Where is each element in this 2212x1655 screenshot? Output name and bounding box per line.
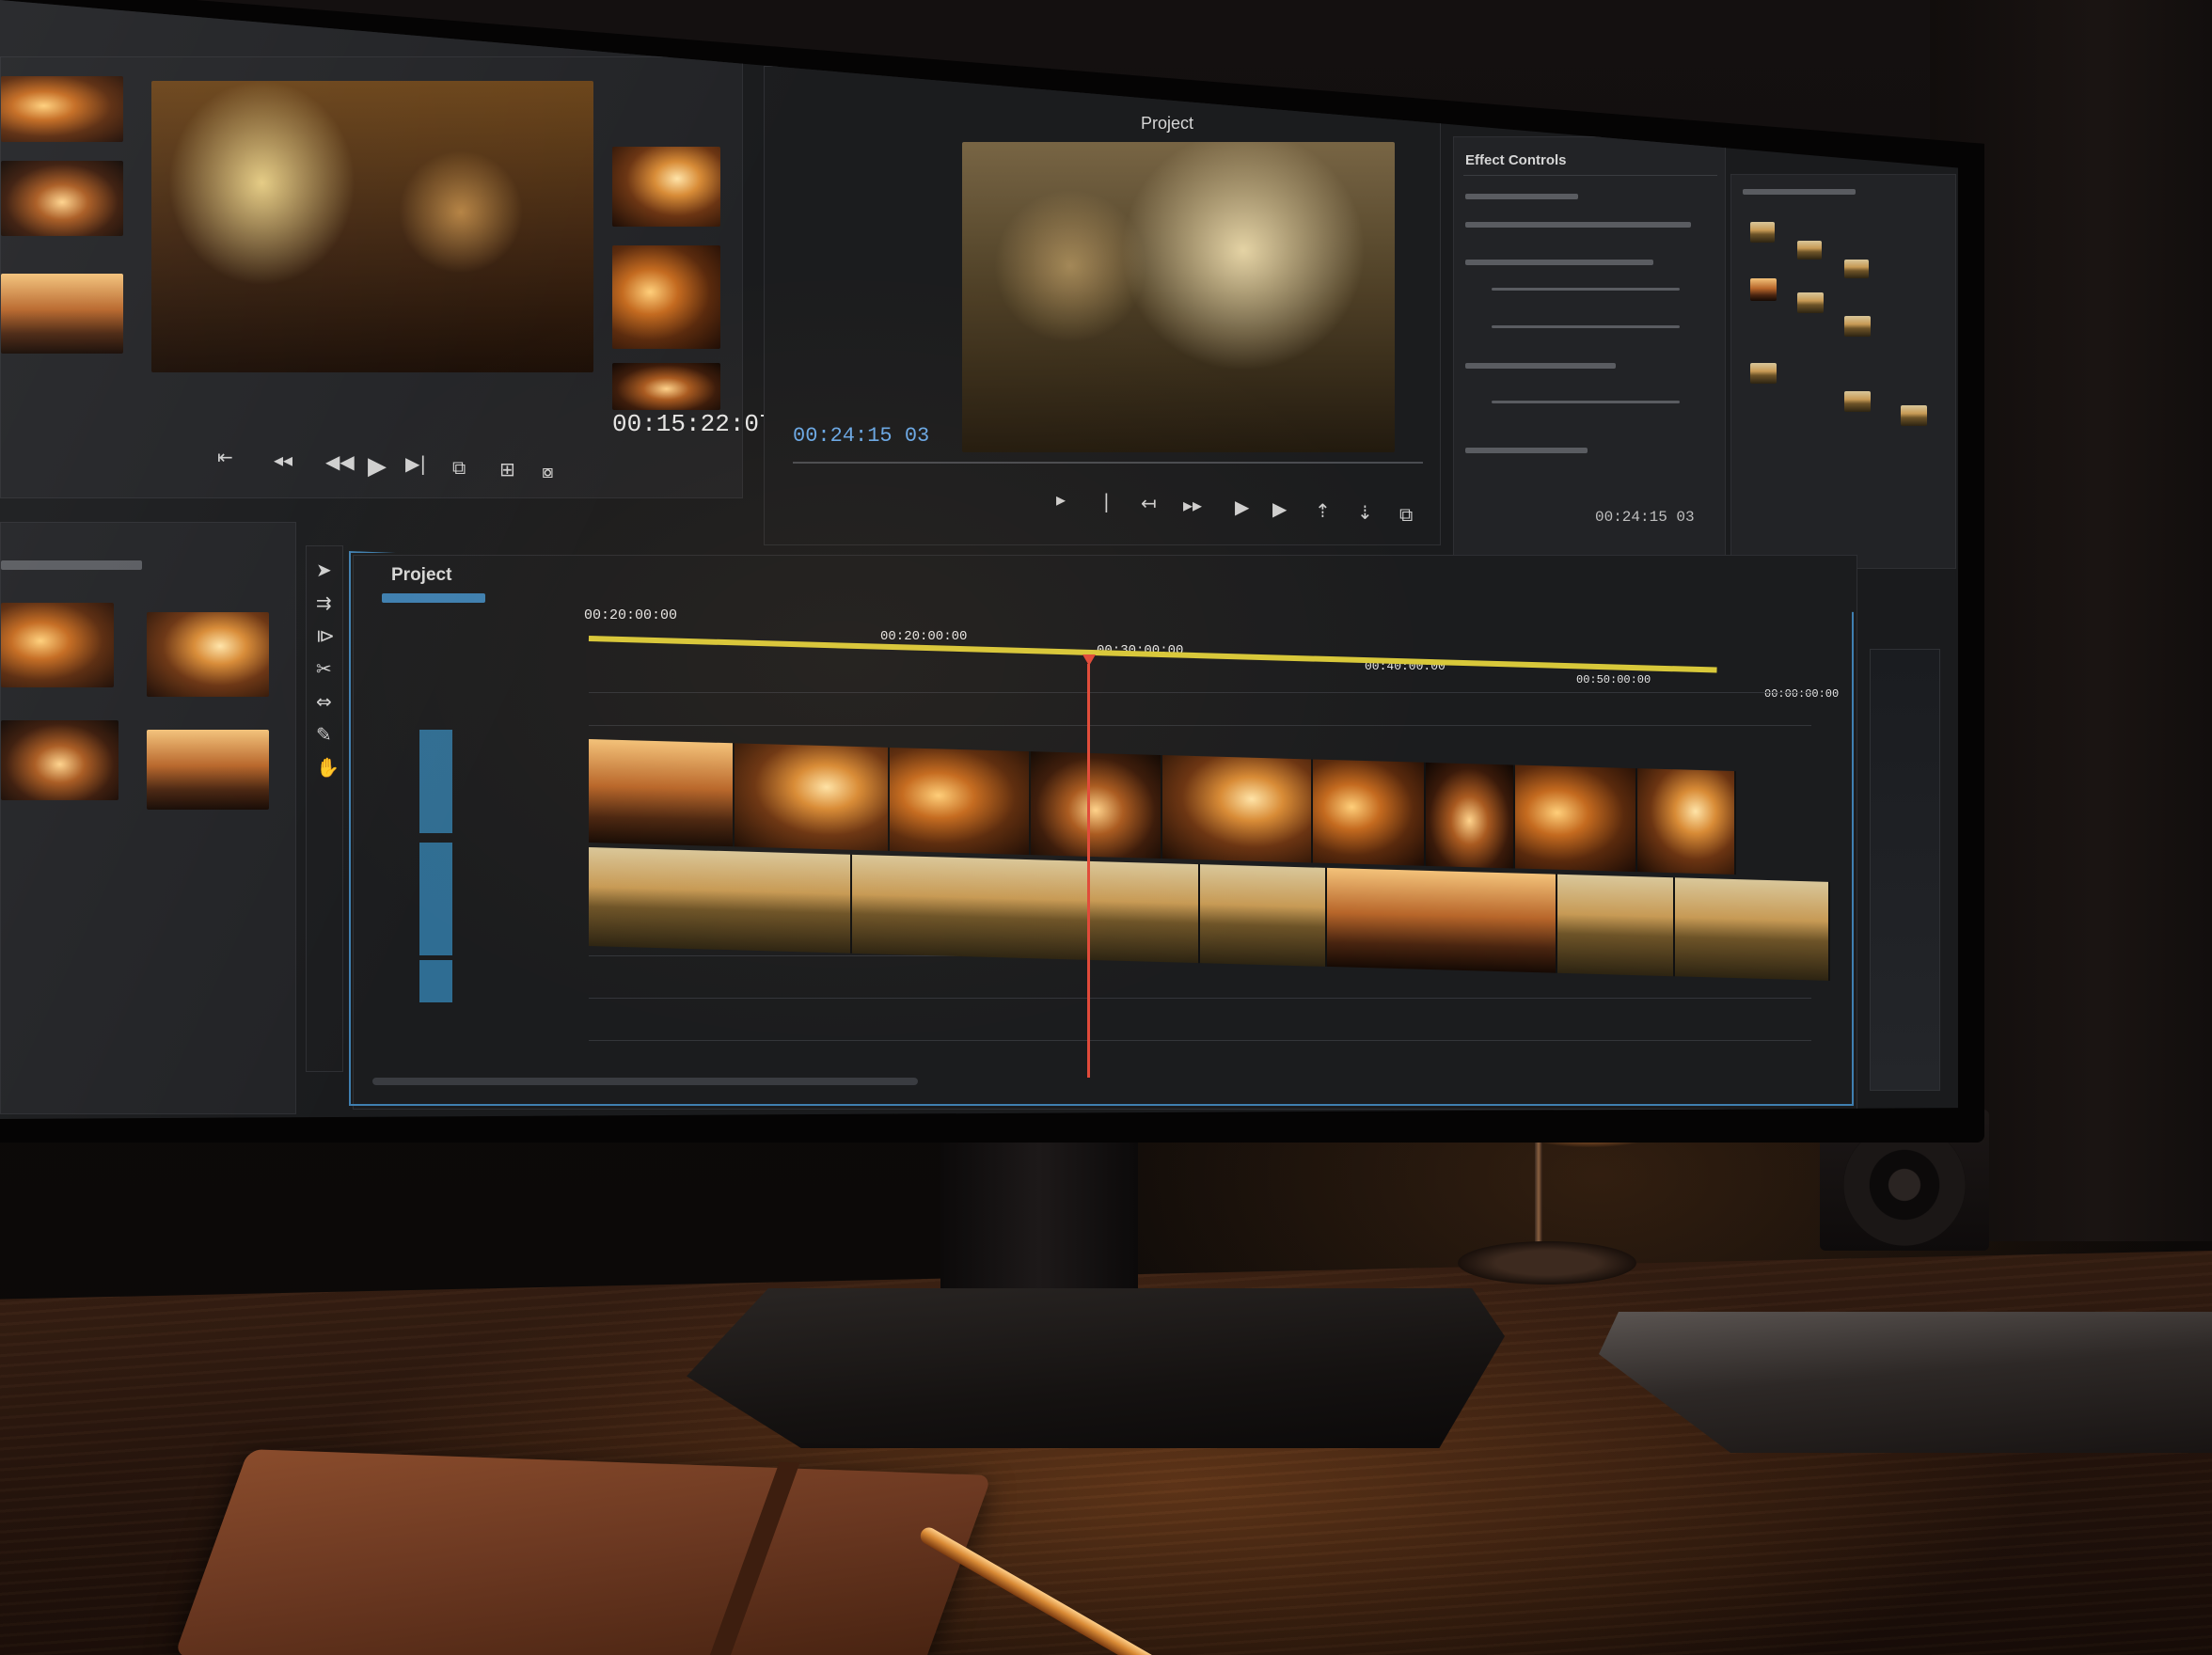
overwrite-icon[interactable]: ⊞	[499, 460, 515, 479]
program-scrub-bar[interactable]	[793, 462, 1423, 464]
selection-tool-icon[interactable]: ➤	[316, 560, 332, 579]
pen-tool-icon[interactable]: ✎	[316, 725, 332, 744]
preset-thumb-7[interactable]	[1750, 363, 1777, 384]
effect-row-2[interactable]	[1465, 222, 1691, 228]
bin-search-bar[interactable]	[1, 560, 142, 570]
insert-icon[interactable]: ⧉	[452, 458, 466, 477]
bin-thumb-1[interactable]	[1, 603, 114, 687]
track-select-tool-icon[interactable]: ⇉	[316, 593, 332, 612]
source-thumb-2[interactable]	[1, 161, 123, 236]
prog-mark-in-icon[interactable]: ▸	[1056, 490, 1066, 509]
preset-thumb-4[interactable]	[1750, 278, 1777, 301]
source-thumb-5[interactable]	[612, 245, 720, 349]
mark-in-icon[interactable]: ⇤	[217, 448, 233, 466]
prog-rewind-icon[interactable]: ▸▸	[1183, 496, 1202, 514]
effect-row-4[interactable]	[1465, 363, 1616, 369]
timeline-panel: Project 00:20:00:00 00:20:00:00 00:30:00…	[349, 551, 1857, 1110]
step-forward-icon[interactable]: ▶|	[405, 454, 426, 473]
effect-controls-divider	[1463, 175, 1717, 176]
program-timecode: 00:24:15 03	[793, 424, 930, 448]
effect-row-3[interactable]	[1465, 260, 1653, 265]
effect-slider-1[interactable]	[1492, 288, 1680, 291]
prog-step-back-icon[interactable]: ↤	[1141, 494, 1157, 512]
camera-icon[interactable]: ⧇	[542, 462, 554, 481]
effect-controls-panel: Effect Controls 00:24:15 03	[1453, 136, 1726, 560]
desk-lamp-stem	[1535, 1143, 1542, 1255]
preset-thumb-8[interactable]	[1844, 391, 1871, 412]
tools-panel: ➤ ⇉ ⧐ ✂ ⇔ ✎ ✋	[306, 545, 343, 1072]
prog-lift-icon[interactable]: ⇡	[1315, 501, 1331, 520]
desk-lamp-base	[1458, 1241, 1636, 1285]
timeline-focus-border	[349, 551, 1854, 1106]
rewind-icon[interactable]: ◀◀	[325, 452, 355, 471]
ripple-tool-icon[interactable]: ⧐	[316, 626, 335, 645]
source-thumb-1[interactable]	[1, 76, 123, 142]
preset-thumb-2[interactable]	[1797, 241, 1822, 260]
razor-tool-icon[interactable]: ✂	[316, 659, 332, 678]
effect-controls-timecode: 00:24:15 03	[1595, 509, 1695, 526]
leather-notebook	[174, 1449, 992, 1655]
preset-thumb-6[interactable]	[1844, 316, 1871, 337]
prog-mark-out-icon[interactable]: |	[1103, 492, 1110, 511]
prog-export-frame-icon[interactable]: ⧉	[1399, 505, 1413, 524]
program-video-frame	[962, 142, 1395, 452]
preset-thumb-5[interactable]	[1797, 292, 1824, 313]
slip-tool-icon[interactable]: ⇔	[316, 692, 332, 711]
source-timecode: 00:15:22:07	[612, 410, 774, 438]
source-monitor-panel: 00:15:22:07 ⇤ ◂◂ ◀◀ ▶ ▶| ⧉ ⊞ ⧇	[0, 56, 774, 498]
effect-row-1[interactable]	[1465, 194, 1578, 199]
effect-slider-2[interactable]	[1492, 325, 1680, 328]
prog-step-forward-icon[interactable]: ▶	[1272, 499, 1287, 518]
monitor-bezel: 00:15:22:07 ⇤ ◂◂ ◀◀ ▶ ▶| ⧉ ⊞ ⧇ Project 0…	[0, 0, 1984, 1143]
bin-thumb-4[interactable]	[147, 730, 269, 810]
source-thumb-4[interactable]	[612, 147, 720, 227]
play-icon[interactable]: ▶	[368, 454, 387, 479]
bin-thumb-3[interactable]	[1, 720, 118, 800]
prog-extract-icon[interactable]: ⇣	[1357, 503, 1373, 522]
bin-thumb-2[interactable]	[147, 612, 269, 697]
source-video-frame	[151, 81, 593, 372]
effects-browser-panel	[1730, 174, 1956, 569]
monitor-stand-base	[687, 1288, 1505, 1448]
effect-controls-title: Effect Controls	[1465, 152, 1567, 168]
effect-row-5[interactable]	[1465, 448, 1588, 453]
effects-browser-header	[1743, 189, 1856, 195]
hand-tool-icon[interactable]: ✋	[316, 758, 340, 777]
preset-thumb-3[interactable]	[1844, 260, 1869, 278]
effect-slider-3[interactable]	[1492, 401, 1680, 403]
project-bin-panel	[0, 522, 296, 1114]
source-thumb-6[interactable]	[612, 363, 720, 410]
source-thumb-3[interactable]	[1, 274, 123, 354]
program-monitor-panel: Project 00:24:15 03 ▸ | ↤ ▸▸ ▶ ▶ ⇡ ⇣ ⧉	[764, 66, 1441, 545]
prog-play-icon[interactable]: ▶	[1235, 497, 1249, 516]
audio-meter	[1870, 649, 1940, 1091]
step-back-icon[interactable]: ◂◂	[274, 450, 292, 469]
preset-thumb-9[interactable]	[1901, 405, 1927, 426]
monitor-screen: 00:15:22:07 ⇤ ◂◂ ◀◀ ▶ ▶| ⧉ ⊞ ⧇ Project 0…	[0, 0, 1958, 1119]
preset-thumb-1[interactable]	[1750, 222, 1775, 243]
program-monitor-title: Project	[1141, 114, 1194, 133]
